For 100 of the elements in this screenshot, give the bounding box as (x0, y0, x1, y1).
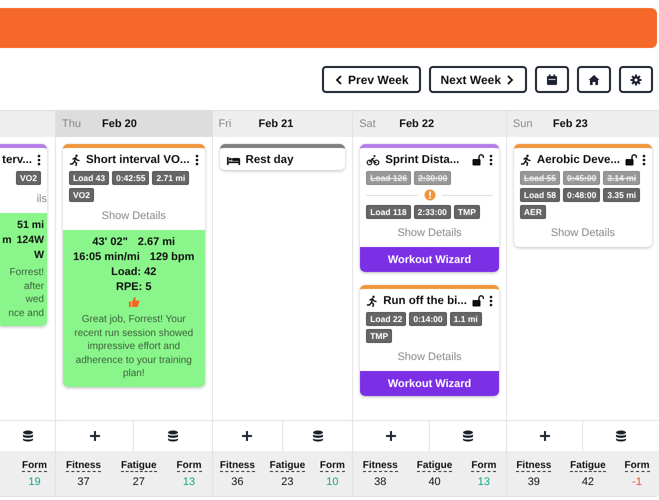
stat-value: 13 (478, 476, 490, 488)
settings-button[interactable] (619, 66, 653, 93)
stat-value: 36 (231, 476, 244, 488)
result-metric: 43' 02" (92, 236, 128, 248)
metric-tag: Load 22 (366, 312, 406, 326)
weekday-label: Sat (359, 118, 377, 130)
metric-tag: 3.35 mi (603, 188, 640, 202)
result-metric: 16:05 min/mi (73, 251, 140, 263)
more-options-button[interactable] (488, 295, 493, 307)
database-icon (615, 430, 628, 442)
date-label: Feb 21 (258, 118, 294, 130)
calendar-button[interactable] (535, 66, 569, 93)
more-options-button[interactable] (37, 154, 41, 166)
workout-title: Run off the bi... (383, 295, 467, 307)
date-label: Feb 23 (552, 118, 588, 130)
show-details-link[interactable]: Show Details (397, 227, 462, 239)
result-metric: 2.67 mi (138, 236, 176, 248)
rpe-value: RPE: 5 (116, 281, 152, 293)
metric-tag: 0:45:00 (563, 171, 600, 185)
stat-value: 27 (132, 476, 145, 488)
workout-title: Sprint Dista... (385, 154, 460, 166)
stat-label: Form (22, 460, 47, 472)
home-icon (588, 74, 600, 86)
metric-tag: TMP (454, 205, 480, 219)
show-details-link[interactable]: Show Details (397, 351, 462, 363)
show-details-link[interactable]: ils (36, 193, 47, 205)
workout-wizard-button[interactable]: Workout Wizard (360, 371, 499, 396)
stat-label: Fitness (66, 460, 101, 472)
more-options-button[interactable] (194, 154, 199, 166)
workout-card[interactable]: terv... VO2 ils 51 mi m 124W W Forrest! after wed nce and (0, 144, 47, 326)
stat-value: 13 (182, 476, 196, 488)
stat-label: Form (320, 460, 345, 472)
metric-tag: Load 118 (366, 205, 411, 219)
chevron-left-icon (334, 74, 342, 86)
stat-label: Fitness (220, 460, 255, 472)
stat-value: 10 (326, 476, 338, 488)
rest-day-card[interactable]: Rest day (220, 144, 346, 170)
stat-label: Fitness (362, 460, 398, 472)
database-icon (312, 430, 324, 442)
stat-label: Fatigue (416, 460, 452, 472)
metric-tag: 0:14:00 (409, 312, 447, 326)
date-label: Feb 20 (102, 118, 137, 130)
stat-value: 38 (374, 476, 386, 488)
metric-tag: VO2 (16, 171, 41, 185)
result-metric: 51 mi (17, 219, 44, 231)
weekday-label: Thu (62, 118, 82, 130)
stat-label: Form (624, 460, 650, 472)
stat-value: 37 (77, 476, 90, 488)
bed-icon (226, 154, 241, 166)
result-metric: 129 bpm (150, 251, 194, 263)
metric-tag: 2:30:00 (414, 171, 452, 185)
metric-tag: VO2 (69, 188, 94, 202)
database-icon (22, 430, 34, 442)
prev-week-button[interactable]: Prev Week (322, 66, 421, 93)
metric-tag: AER (520, 205, 546, 219)
database-icon (462, 430, 474, 442)
home-button[interactable] (577, 66, 611, 93)
show-details-link[interactable]: Show Details (550, 227, 616, 239)
workout-title: Aerobic Deve... (536, 154, 620, 166)
stat-label: Fatigue (120, 460, 157, 472)
stat-value: -1 (632, 476, 642, 488)
more-options-button[interactable] (488, 154, 493, 166)
stat-label: Form (176, 460, 202, 472)
running-figure-icon (520, 154, 532, 166)
result-metric: W (34, 249, 44, 261)
stat-value: 23 (281, 476, 294, 488)
more-options-button[interactable] (642, 154, 646, 166)
workout-wizard-button[interactable]: Workout Wizard (360, 247, 499, 272)
metric-tag: Load 126 (366, 171, 412, 185)
show-details-link[interactable]: Show Details (102, 210, 166, 222)
workout-card[interactable]: Aerobic Deve... Load 55 0:45:00 3.14 mi Load 58 0:48:00 3.35 mi AER Show Details (514, 144, 652, 247)
load-value: Load: 42 (111, 266, 156, 278)
workout-card[interactable]: Run off the bi... Load 22 0:14:00 1.1 mi TMP Show Details Workout Wizard (360, 285, 499, 396)
stat-label: Fatigue (270, 460, 306, 472)
plus-icon (385, 430, 398, 442)
kebab-icon (37, 154, 41, 166)
metric-tag: Load 58 (520, 188, 560, 202)
plus-icon (241, 430, 254, 442)
kebab-icon (488, 295, 493, 307)
metric-tag: 3.14 mi (603, 171, 640, 185)
stat-value: 40 (428, 476, 441, 488)
stat-value: 39 (528, 476, 540, 488)
feedback-text: Great job, Forrest! Your recent run session showed impressive effort and adherence to your training plan! (73, 313, 194, 380)
next-week-button[interactable]: Next Week (428, 66, 527, 93)
stat-label: Fitness (516, 460, 552, 472)
calendar-icon (546, 74, 558, 86)
metric-tag: 1.1 mi (450, 312, 482, 326)
stat-value: 42 (582, 476, 594, 488)
workout-title: Short interval VO... (86, 154, 190, 166)
weekday-label: Sun (512, 118, 534, 130)
result-metric: 124W (16, 234, 44, 246)
running-figure-icon (69, 154, 81, 166)
workout-title: terv... (2, 154, 32, 166)
date-label: Feb 22 (399, 118, 434, 130)
result-metric: m (2, 234, 12, 246)
weekday-label: Fri (218, 118, 232, 130)
metric-tag: TMP (366, 329, 392, 343)
running-figure-icon (366, 295, 378, 307)
workout-card[interactable]: Sprint Dista... Load 126 2:30:00 Load 118 2:33:00 TMP Show Details Workout Wizard (360, 144, 499, 272)
workout-card[interactable] (63, 144, 205, 386)
